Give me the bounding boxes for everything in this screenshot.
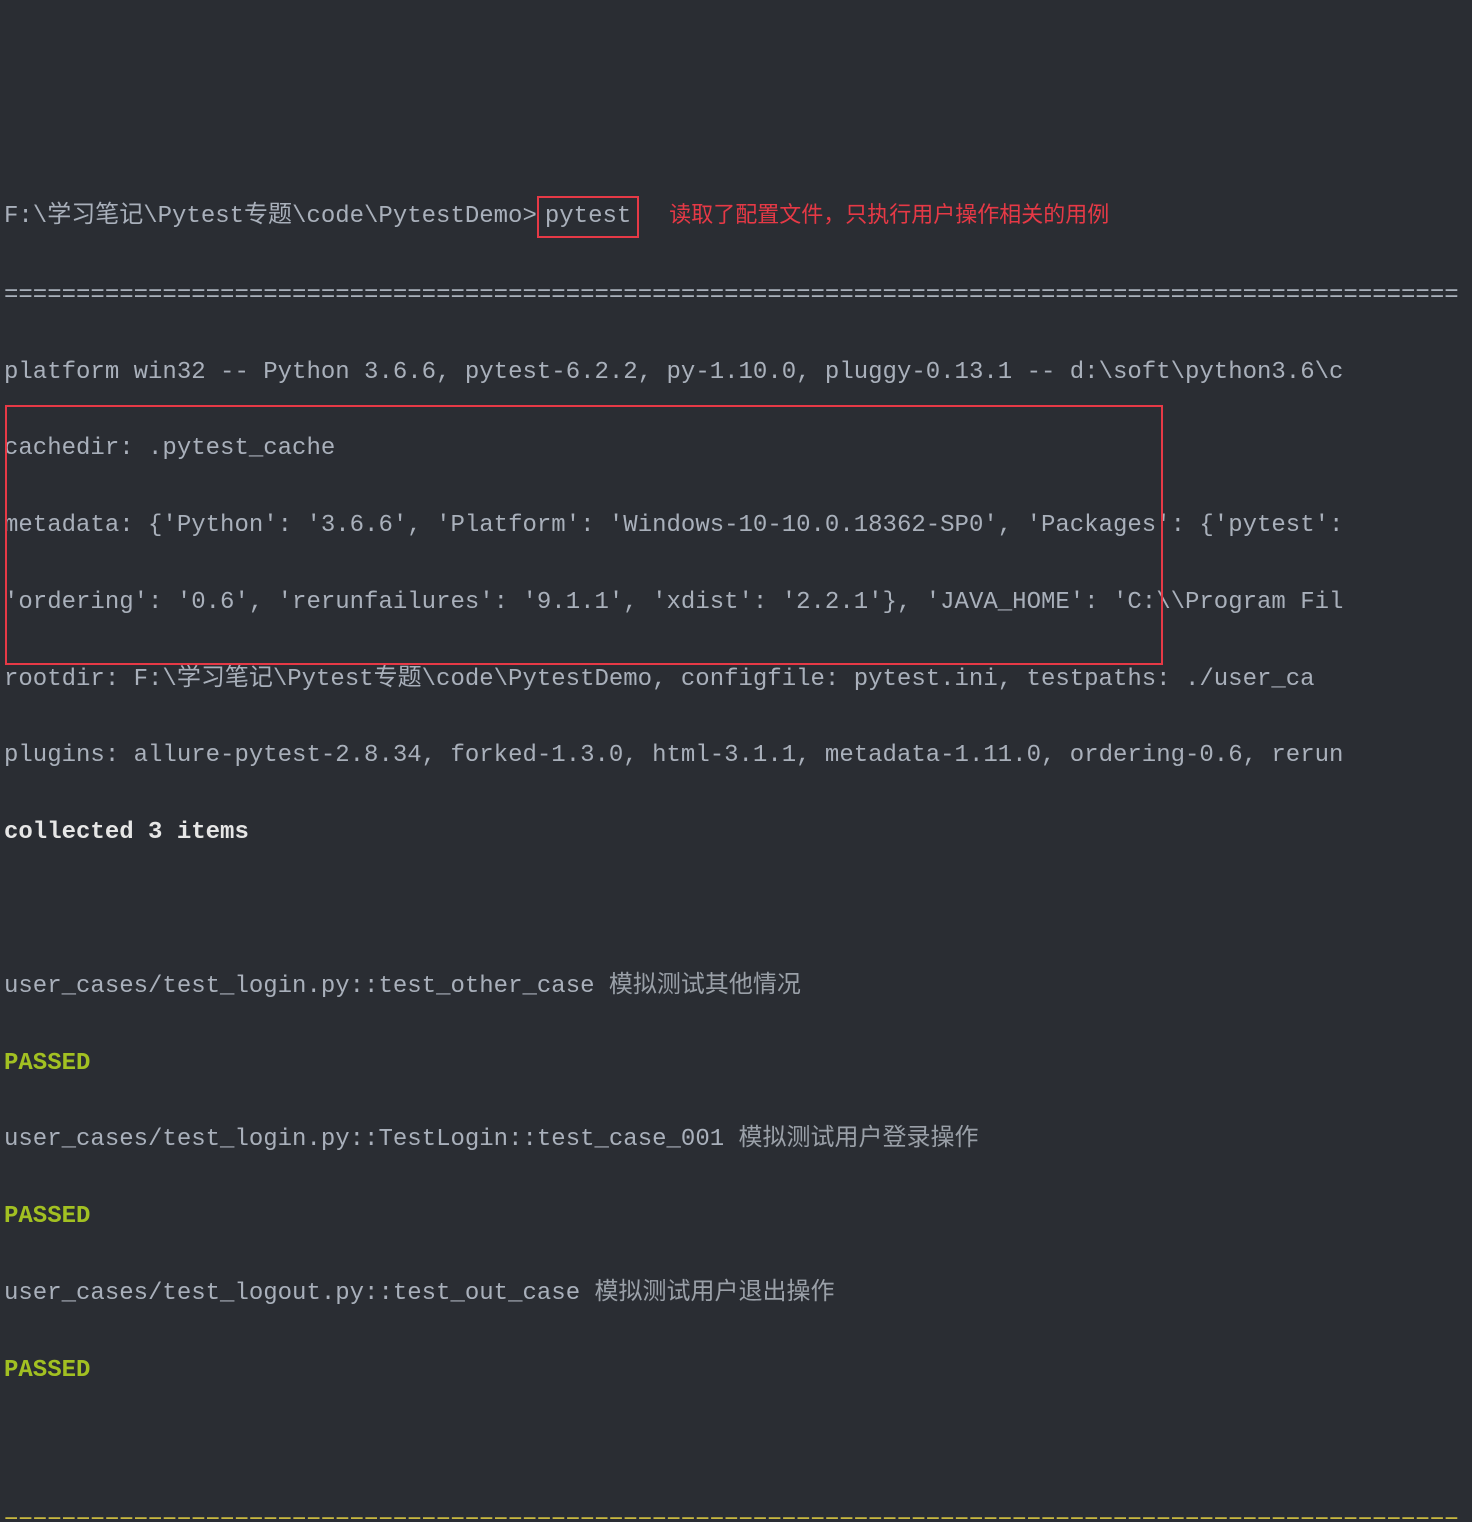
prompt-path: F:\学习笔记\Pytest专题\code\PytestDemo> [4, 203, 537, 230]
collected-info: collected 3 items [4, 814, 1468, 852]
plugins-info: plugins: allure-pytest-2.8.34, forked-1.… [4, 737, 1468, 775]
command-text: pytest [545, 203, 631, 230]
separator-bottom: ========================================… [4, 1505, 1468, 1522]
separator-line: ========================================… [4, 277, 1468, 315]
prompt-line: F:\学习笔记\Pytest专题\code\PytestDemo> pytest 读… [4, 196, 1468, 238]
blank-line-2 [4, 1428, 1468, 1466]
test-3-id: user_cases/test_logout.py::test_out_case [4, 1280, 595, 1307]
terminal-output: F:\学习笔记\Pytest专题\code\PytestDemo> pytest 读… [4, 158, 1468, 1522]
rootdir-info: rootdir: F:\学习笔记\Pytest专题\code\PytestDem… [4, 661, 1468, 699]
test-3-line: user_cases/test_logout.py::test_out_case… [4, 1275, 1468, 1313]
test-2-id: user_cases/test_login.py::TestLogin::tes… [4, 1126, 739, 1153]
test-2-line: user_cases/test_login.py::TestLogin::tes… [4, 1121, 1468, 1159]
platform-info: platform win32 -- Python 3.6.6, pytest-6… [4, 354, 1468, 392]
test-1-desc: 模拟测试其他情况 [609, 973, 801, 1000]
test-1-result: PASSED [4, 1045, 1468, 1083]
test-3-desc: 模拟测试用户退出操作 [595, 1280, 835, 1307]
test-1-line: user_cases/test_login.py::test_other_cas… [4, 968, 1468, 1006]
test-results-highlight-box [5, 405, 1163, 665]
test-3-result: PASSED [4, 1352, 1468, 1390]
annotation-text: 读取了配置文件，只执行用户操作相关的用例 [669, 202, 1109, 227]
command-highlight-box: pytest [537, 196, 639, 238]
blank-line [4, 891, 1468, 929]
test-2-result: PASSED [4, 1198, 1468, 1236]
test-2-desc: 模拟测试用户登录操作 [739, 1126, 979, 1153]
test-1-id: user_cases/test_login.py::test_other_cas… [4, 973, 609, 1000]
